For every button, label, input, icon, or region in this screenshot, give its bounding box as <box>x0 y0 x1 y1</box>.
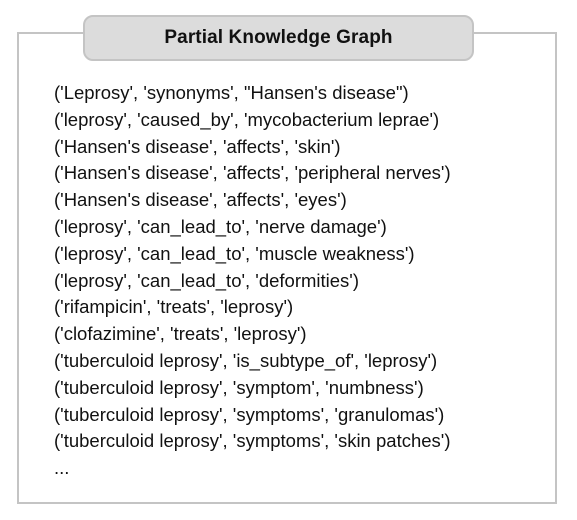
triple-item: ('clofazimine', 'treats', 'leprosy') <box>54 323 307 345</box>
triple-item: ('tuberculoid leprosy', 'symptom', 'numb… <box>54 376 424 398</box>
triple-item: ('tuberculoid leprosy', 'symptoms', 'gra… <box>54 403 445 425</box>
triple-item: ('leprosy', 'can_lead_to', 'muscle weakn… <box>54 242 415 264</box>
title-tab: Partial Knowledge Graph <box>83 15 474 61</box>
triple-item: ('rifampicin', 'treats', 'leprosy') <box>54 296 294 318</box>
triple-item: ('leprosy', 'can_lead_to', 'deformities'… <box>54 269 359 291</box>
triple-item: ('leprosy', 'can_lead_to', 'nerve damage… <box>54 215 387 237</box>
triple-item: ('tuberculoid leprosy', 'symptoms', 'ski… <box>54 430 451 452</box>
triple-item: ('Hansen's disease', 'affects', 'eyes') <box>54 189 347 211</box>
triple-list: ('Leprosy', 'synonyms', "Hansen's diseas… <box>54 80 451 482</box>
triple-item: ('Hansen's disease', 'affects', 'periphe… <box>54 162 451 184</box>
triple-item: ('Hansen's disease', 'affects', 'skin') <box>54 135 341 157</box>
panel-title: Partial Knowledge Graph <box>164 27 393 48</box>
triple-item: ('tuberculoid leprosy', 'is_subtype_of',… <box>54 349 438 371</box>
triple-item: ('Leprosy', 'synonyms', "Hansen's diseas… <box>54 82 409 103</box>
triple-item: ('leprosy', 'caused_by', 'mycobacterium … <box>54 108 440 130</box>
ellipsis: ... <box>54 457 70 479</box>
